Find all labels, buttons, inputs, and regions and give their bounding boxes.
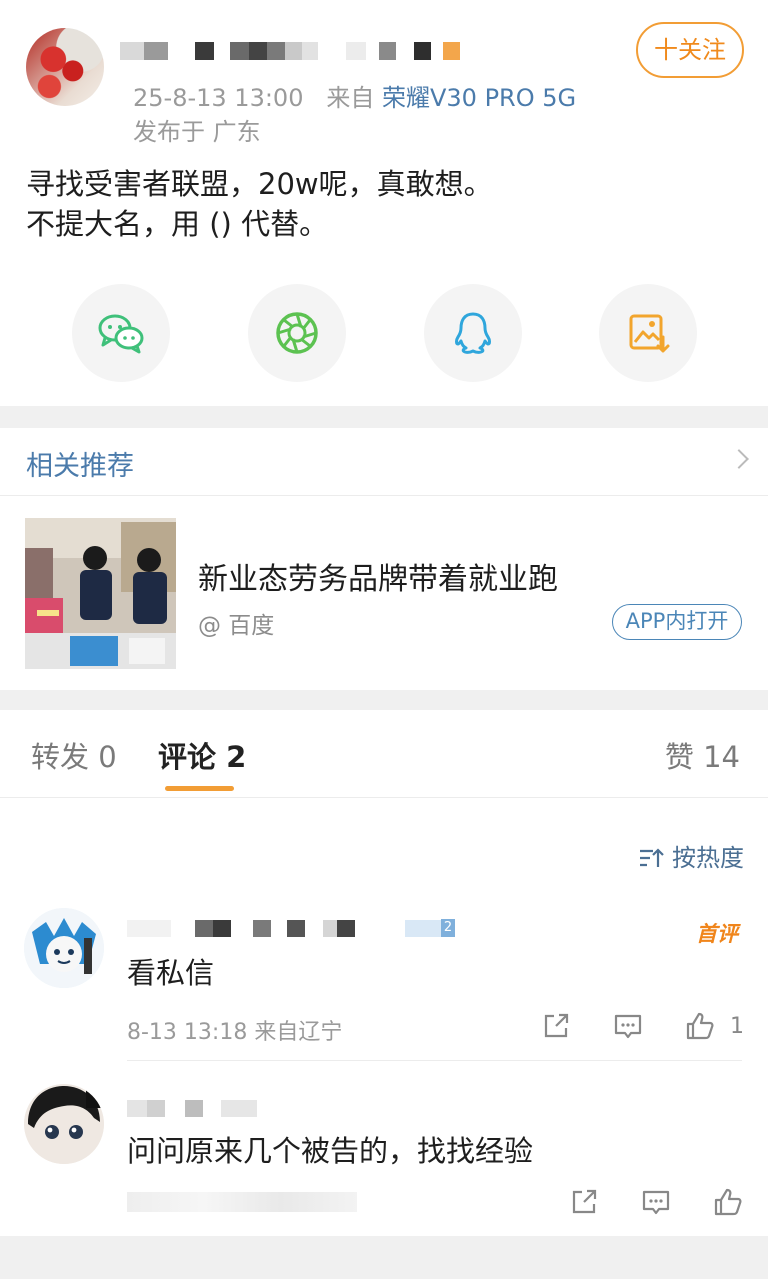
moments-icon bbox=[276, 312, 318, 354]
level-badge: 2 bbox=[441, 919, 455, 937]
save-image-icon bbox=[629, 314, 670, 353]
active-tab-indicator bbox=[165, 786, 234, 791]
comment-like-button[interactable] bbox=[712, 1186, 744, 1218]
comment-actions: 1 bbox=[500, 1010, 744, 1042]
thumbs-up-icon bbox=[714, 1188, 742, 1216]
comment-share-button[interactable] bbox=[568, 1186, 600, 1218]
follow-button[interactable]: 十关注 bbox=[636, 22, 744, 78]
tab-repost[interactable]: 转发 0 bbox=[31, 734, 117, 776]
qq-icon bbox=[455, 312, 491, 354]
comment-reply-button[interactable] bbox=[612, 1010, 644, 1042]
open-in-app-button[interactable]: APP内打开 bbox=[612, 604, 742, 640]
share-icon bbox=[572, 1189, 597, 1214]
author-avatar[interactable] bbox=[26, 28, 104, 106]
wechat-icon bbox=[98, 314, 144, 354]
sort-label: 按热度 bbox=[672, 844, 744, 872]
post-device[interactable]: 荣耀V30 PRO 5G bbox=[382, 84, 576, 112]
thumbs-up-icon bbox=[686, 1012, 714, 1040]
comment-actions bbox=[528, 1186, 744, 1218]
commenter-avatar[interactable] bbox=[24, 1084, 104, 1164]
comment-text: 问问原来几个被告的，找找经验 bbox=[127, 1134, 534, 1168]
related-header[interactable]: 相关推荐 bbox=[0, 428, 768, 496]
reply-icon bbox=[614, 1014, 642, 1039]
comment-share-button[interactable] bbox=[540, 1010, 572, 1042]
share-qq-button[interactable] bbox=[424, 284, 522, 382]
weibo-post-page: 25-8-13 13:00 来自 荣耀V30 PRO 5G 发布于 广东 十关注… bbox=[0, 0, 768, 1279]
commenter-avatar[interactable] bbox=[24, 908, 104, 988]
first-comment-badge: 首评 bbox=[696, 922, 738, 946]
interaction-tabs: 转发 0 评论 2 赞 14 bbox=[0, 710, 768, 798]
like-count: 1 bbox=[730, 1013, 744, 1039]
sort-by-hot-button[interactable]: 按热度 bbox=[638, 838, 744, 873]
related-section: 相关推荐 新业态劳务品牌带着就业跑 @ 百度 APP内打开 bbox=[0, 428, 768, 690]
share-moments-button[interactable] bbox=[248, 284, 346, 382]
post-meta: 25-8-13 13:00 来自 荣耀V30 PRO 5G bbox=[133, 78, 576, 113]
post-body: 寻找受害者联盟，20w呢，真敢想。 不提大名，用 () 代替。 bbox=[26, 164, 726, 244]
comment-meta-redacted bbox=[127, 1192, 357, 1212]
tab-comments[interactable]: 评论 2 bbox=[158, 734, 246, 776]
commenter-name-redacted[interactable] bbox=[127, 1098, 257, 1118]
post-text-line: 不提大名，用 () 代替。 bbox=[26, 207, 329, 241]
comment-reply-button[interactable] bbox=[640, 1186, 672, 1218]
post-time: 25-8-13 13:00 bbox=[133, 84, 304, 112]
save-image-button[interactable] bbox=[599, 284, 697, 382]
comment-like-button[interactable]: 1 bbox=[684, 1010, 744, 1042]
comment-meta: 8-13 13:18 来自辽宁 bbox=[127, 1020, 343, 1045]
post-from-label: 来自 bbox=[326, 84, 375, 112]
share-row bbox=[0, 284, 768, 382]
reply-icon bbox=[642, 1190, 670, 1215]
sort-icon bbox=[640, 848, 665, 867]
related-item-title[interactable]: 新业态劳务品牌带着就业跑 bbox=[198, 554, 558, 598]
comments-section: 转发 0 评论 2 赞 14 按热度 2 首评 看私信 8-13 13:18 来… bbox=[0, 710, 768, 1236]
commenter-name-redacted[interactable]: 2 bbox=[127, 918, 455, 938]
chevron-right-icon bbox=[729, 449, 749, 469]
related-thumbnail[interactable] bbox=[25, 518, 176, 669]
post-location: 发布于 广东 bbox=[133, 118, 261, 146]
tab-likes[interactable]: 赞 14 bbox=[665, 734, 740, 776]
related-title: 相关推荐 bbox=[26, 451, 134, 482]
comment-divider bbox=[127, 1060, 742, 1061]
related-item-source: @ 百度 bbox=[198, 613, 275, 639]
author-name-redacted[interactable] bbox=[120, 34, 460, 68]
post-text-line: 寻找受害者联盟，20w呢，真敢想。 bbox=[26, 167, 493, 201]
post-card: 25-8-13 13:00 来自 荣耀V30 PRO 5G 发布于 广东 十关注… bbox=[0, 0, 768, 406]
share-icon bbox=[544, 1013, 569, 1038]
share-wechat-button[interactable] bbox=[72, 284, 170, 382]
comment-text: 看私信 bbox=[127, 956, 215, 990]
